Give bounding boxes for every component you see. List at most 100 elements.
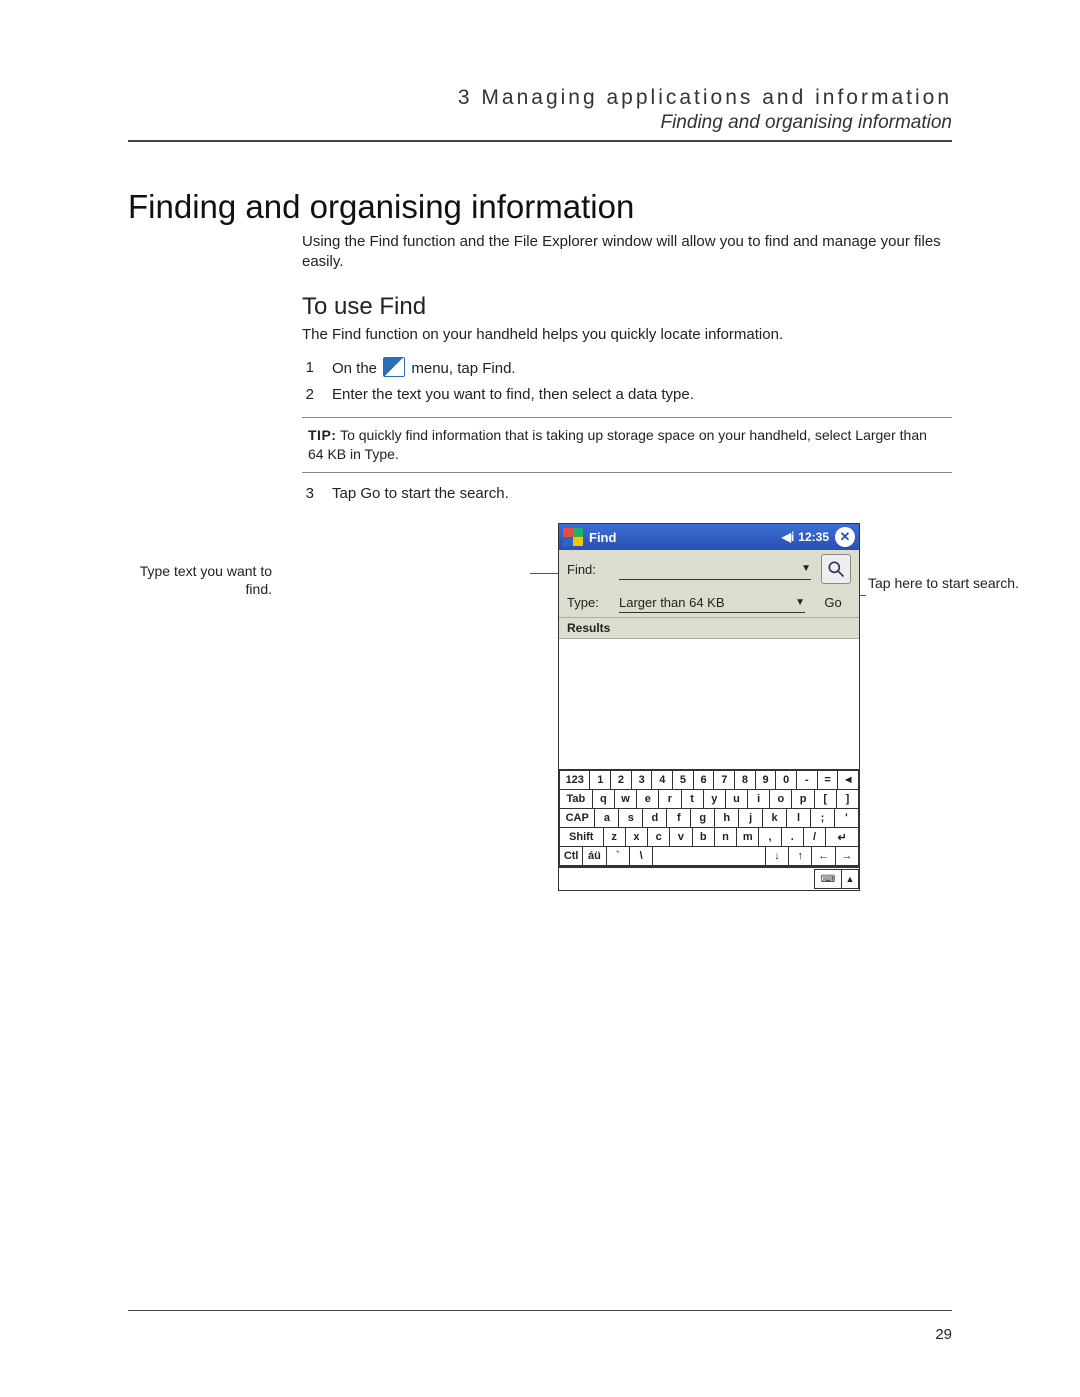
step-2: 2 Enter the text you want to find, then … [302, 384, 952, 407]
key-s[interactable]: s [619, 809, 643, 828]
kbd-row-2: Tab q w e r t y u i o p [ ] [559, 790, 859, 809]
find-input[interactable]: ▼ [619, 559, 811, 580]
key-bracket-l[interactable]: [ [815, 790, 837, 809]
step-1: 1 On the menu, tap Find. [302, 357, 952, 381]
key-8[interactable]: 8 [735, 771, 756, 790]
go-button[interactable]: Go [815, 595, 851, 610]
key-cap[interactable]: CAP [559, 809, 595, 828]
key-ctl[interactable]: Ctl [559, 847, 583, 866]
key-t[interactable]: t [682, 790, 704, 809]
key-backtick[interactable]: ` [607, 847, 630, 866]
type-select[interactable]: Larger than 64 KB ▼ [619, 592, 805, 613]
key-3[interactable]: 3 [632, 771, 653, 790]
key-k[interactable]: k [763, 809, 787, 828]
type-value: Larger than 64 KB [619, 595, 795, 610]
key-right[interactable]: → [836, 847, 859, 866]
subheading-to-use-find: To use Find [302, 293, 952, 321]
steps-list-continued: 3 Tap Go to start the search. [302, 483, 952, 506]
step-1-text-a: On the [332, 360, 377, 377]
key-slash[interactable]: / [804, 828, 826, 847]
key-tab[interactable]: Tab [559, 790, 593, 809]
kbd-row-4: Shift z x c v b n m , . / ↵ [559, 828, 859, 847]
key-r[interactable]: r [659, 790, 681, 809]
key-5[interactable]: 5 [673, 771, 694, 790]
key-9[interactable]: 9 [756, 771, 777, 790]
key-apostrophe[interactable]: ' [835, 809, 859, 828]
steps-list: 1 On the menu, tap Find. 2 Enter the tex… [302, 357, 952, 407]
key-m[interactable]: m [737, 828, 759, 847]
find-label: Find: [567, 562, 609, 577]
key-shift[interactable]: Shift [559, 828, 604, 847]
key-7[interactable]: 7 [714, 771, 735, 790]
key-u[interactable]: u [726, 790, 748, 809]
key-comma[interactable]: , [759, 828, 781, 847]
key-i[interactable]: i [748, 790, 770, 809]
start-flag-icon[interactable] [563, 528, 583, 546]
callout-left: Type text you want to find. [122, 563, 272, 598]
key-q[interactable]: q [593, 790, 615, 809]
key-1[interactable]: 1 [590, 771, 611, 790]
find-dropdown-icon[interactable]: ▼ [801, 563, 811, 574]
search-icon[interactable] [821, 554, 851, 584]
key-d[interactable]: d [643, 809, 667, 828]
kbd-row-1: 123 1 2 3 4 5 6 7 8 9 0 - = ◄ [559, 771, 859, 790]
key-2[interactable]: 2 [611, 771, 632, 790]
key-up[interactable]: ↑ [789, 847, 812, 866]
pocketpc-screenshot: Find ◀ἰ 12:35 ✕ Find: ▼ Type: Larger tha… [558, 523, 860, 891]
key-left[interactable]: ← [812, 847, 835, 866]
key-n[interactable]: n [715, 828, 737, 847]
key-v[interactable]: v [670, 828, 692, 847]
page-heading: Finding and organising information [128, 188, 952, 226]
section-title: Finding and organising information [128, 112, 952, 134]
type-dropdown-icon[interactable]: ▼ [795, 597, 805, 608]
close-button[interactable]: ✕ [835, 527, 855, 547]
key-123[interactable]: 123 [559, 771, 590, 790]
keyboard-toggle-icon[interactable]: ⌨ [814, 869, 842, 889]
key-backslash[interactable]: \ [630, 847, 653, 866]
key-a[interactable]: a [595, 809, 619, 828]
type-label: Type: [567, 595, 609, 610]
key-b[interactable]: b [693, 828, 715, 847]
tip-box: TIP: To quickly find information that is… [302, 417, 952, 473]
key-semicolon[interactable]: ; [811, 809, 835, 828]
key-minus[interactable]: - [797, 771, 818, 790]
tip-label: TIP: [308, 427, 336, 443]
step-2-text: Enter the text you want to find, then se… [332, 384, 694, 407]
key-y[interactable]: y [704, 790, 726, 809]
key-w[interactable]: w [615, 790, 637, 809]
key-x[interactable]: x [626, 828, 648, 847]
device-clock: ◀ἰ 12:35 [782, 530, 829, 544]
key-h[interactable]: h [715, 809, 739, 828]
key-equals[interactable]: = [818, 771, 839, 790]
lead-paragraph: The Find function on your handheld helps… [302, 325, 952, 345]
key-space[interactable] [653, 847, 766, 866]
key-p[interactable]: p [792, 790, 814, 809]
input-method-menu-icon[interactable]: ▲ [842, 869, 859, 889]
key-0[interactable]: 0 [776, 771, 797, 790]
key-o[interactable]: o [770, 790, 792, 809]
key-z[interactable]: z [604, 828, 626, 847]
key-c[interactable]: c [648, 828, 670, 847]
step-1-text-b: menu, tap Find. [411, 360, 515, 377]
device-app-title: Find [589, 530, 616, 545]
key-4[interactable]: 4 [652, 771, 673, 790]
soft-keyboard[interactable]: 123 1 2 3 4 5 6 7 8 9 0 - = ◄ Tab [559, 769, 859, 866]
key-period[interactable]: . [782, 828, 804, 847]
figure-wrapper: Type text you want to find. Tap here to … [128, 523, 952, 943]
key-l[interactable]: l [787, 809, 811, 828]
key-backspace[interactable]: ◄ [838, 771, 859, 790]
key-accent[interactable]: áü [583, 847, 606, 866]
key-f[interactable]: f [667, 809, 691, 828]
key-6[interactable]: 6 [694, 771, 715, 790]
key-g[interactable]: g [691, 809, 715, 828]
results-header: Results [559, 617, 859, 639]
key-e[interactable]: e [637, 790, 659, 809]
key-down[interactable]: ↓ [766, 847, 789, 866]
windows-start-icon [383, 357, 405, 377]
key-j[interactable]: j [739, 809, 763, 828]
kbd-row-5: Ctl áü ` \ ↓ ↑ ← → [559, 847, 859, 866]
key-bracket-r[interactable]: ] [837, 790, 859, 809]
key-enter[interactable]: ↵ [826, 828, 859, 847]
running-header: 3 Managing applications and information … [128, 86, 952, 142]
speaker-icon: ◀ἰ [782, 530, 795, 544]
